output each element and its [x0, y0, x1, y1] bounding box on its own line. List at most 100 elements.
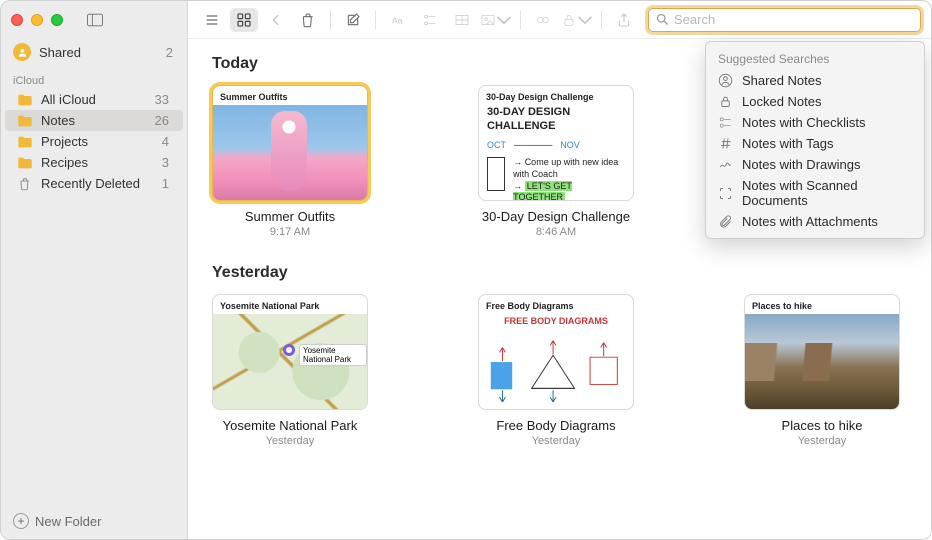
- checklist-button[interactable]: [416, 8, 444, 32]
- note-title: 30-Day Design Challenge: [478, 209, 634, 224]
- note-thumbnail[interactable]: Places to hike: [744, 294, 900, 410]
- suggestion-label: Notes with Attachments: [742, 214, 878, 229]
- note-title: Free Body Diagrams: [478, 418, 634, 433]
- search-input[interactable]: [648, 8, 921, 32]
- thumb-image: [745, 314, 899, 410]
- note-title: Yosemite National Park: [212, 418, 368, 433]
- suggestion-label: Shared Notes: [742, 73, 822, 88]
- thumb-title: Free Body Diagrams: [479, 295, 633, 314]
- sidebar-folder-all-icloud[interactable]: All iCloud 33: [5, 89, 183, 110]
- note-card[interactable]: Free Body Diagrams FREE BODY DIAGRAMS Fr…: [478, 294, 634, 447]
- list-icon: [204, 12, 220, 28]
- format-button[interactable]: Aa: [384, 8, 412, 32]
- folder-icon: [17, 156, 33, 170]
- note-card[interactable]: Summer Outfits Summer Outfits 9:17 AM: [212, 85, 368, 238]
- note-thumbnail[interactable]: Summer Outfits: [212, 85, 368, 201]
- search-field-wrap: [648, 8, 921, 32]
- folder-label: Recently Deleted: [41, 176, 140, 191]
- thumb-image: 30-DAY DESIGN CHALLENGE OCT──────NOV → C…: [479, 105, 633, 201]
- window-titlebar: [1, 1, 187, 39]
- note-title: Places to hike: [744, 418, 900, 433]
- plus-circle-icon: +: [13, 513, 29, 529]
- suggestion-label: Locked Notes: [742, 94, 822, 109]
- table-icon: [454, 12, 470, 28]
- toggle-sidebar-button[interactable]: [81, 8, 109, 32]
- folder-count: 3: [162, 155, 169, 170]
- suggestions-heading: Suggested Searches: [706, 48, 924, 70]
- note-time: Yesterday: [744, 435, 900, 447]
- suggestion-locked-notes[interactable]: Locked Notes: [706, 91, 924, 112]
- new-note-button[interactable]: [339, 8, 367, 32]
- folder-count: 4: [162, 134, 169, 149]
- suggestion-attachments[interactable]: Notes with Attachments: [706, 211, 924, 232]
- zoom-window-button[interactable]: [51, 14, 63, 26]
- note-time: 9:17 AM: [212, 226, 368, 238]
- new-folder-button[interactable]: + New Folder: [1, 503, 187, 539]
- lock-icon: [718, 94, 733, 109]
- sidebar-folder-projects[interactable]: Projects 4: [5, 131, 183, 152]
- suggestion-tags[interactable]: Notes with Tags: [706, 133, 924, 154]
- folder-label: All iCloud: [41, 92, 96, 107]
- checklist-icon: [422, 12, 438, 28]
- view-list-button[interactable]: [198, 8, 226, 32]
- suggestion-drawings[interactable]: Notes with Drawings: [706, 154, 924, 175]
- toolbar: Aa: [188, 1, 931, 39]
- person-circle-icon: [718, 73, 733, 88]
- media-button[interactable]: [480, 8, 512, 32]
- note-thumbnail[interactable]: Yosemite National Park Yosemite National…: [212, 294, 368, 410]
- folder-label: Projects: [41, 134, 88, 149]
- note-card[interactable]: 30-Day Design Challenge 30-DAY DESIGN CH…: [478, 85, 634, 238]
- close-window-button[interactable]: [11, 14, 23, 26]
- checklist-icon: [718, 115, 733, 130]
- note-time: Yesterday: [478, 435, 634, 447]
- table-button[interactable]: [448, 8, 476, 32]
- folder-icon: [17, 93, 33, 107]
- folder-count: 1: [162, 176, 169, 191]
- sidebar-shared-label: Shared: [39, 45, 81, 60]
- suggestion-label: Notes with Scanned Documents: [742, 178, 912, 208]
- main-area: Aa Today Summer Outfits: [188, 1, 931, 539]
- delete-button[interactable]: [294, 8, 322, 32]
- sidebar-shared[interactable]: Shared 2: [1, 39, 187, 65]
- thumb-image: FREE BODY DIAGRAMS: [479, 314, 633, 410]
- search-icon: [655, 12, 670, 27]
- lock-button[interactable]: [561, 8, 593, 32]
- view-gallery-button[interactable]: [230, 8, 258, 32]
- chevron-down-icon: [496, 12, 512, 28]
- sidebar: Shared 2 iCloud All iCloud 33 Notes 26 P…: [1, 1, 188, 539]
- minimize-window-button[interactable]: [31, 14, 43, 26]
- note-card[interactable]: Places to hike Places to hike Yesterday: [744, 294, 900, 447]
- suggestion-checklists[interactable]: Notes with Checklists: [706, 112, 924, 133]
- note-card[interactable]: Yosemite National Park Yosemite National…: [212, 294, 368, 447]
- chevron-down-icon: [577, 12, 593, 28]
- map-pin-icon: [283, 344, 295, 356]
- hashtag-icon: [718, 136, 733, 151]
- shared-badge-icon: [13, 43, 31, 61]
- suggestion-shared-notes[interactable]: Shared Notes: [706, 70, 924, 91]
- folder-icon: [17, 114, 33, 128]
- folder-label: Recipes: [41, 155, 88, 170]
- thumb-image: Yosemite National Park: [213, 314, 367, 410]
- note-thumbnail[interactable]: 30-Day Design Challenge 30-DAY DESIGN CH…: [478, 85, 634, 201]
- thumb-title: Yosemite National Park: [213, 295, 367, 314]
- sidebar-icon: [87, 12, 103, 28]
- suggestion-label: Notes with Checklists: [742, 115, 866, 130]
- search-suggestions-dropdown: Suggested Searches Shared Notes Locked N…: [705, 41, 925, 239]
- note-thumbnail[interactable]: Free Body Diagrams FREE BODY DIAGRAMS: [478, 294, 634, 410]
- thumb-image: [213, 105, 367, 201]
- note-time: 8:46 AM: [478, 226, 634, 238]
- folder-count: 33: [155, 92, 169, 107]
- scribble-icon: [718, 157, 733, 172]
- suggestion-scanned[interactable]: Notes with Scanned Documents: [706, 175, 924, 211]
- grid-icon: [236, 12, 252, 28]
- sidebar-folder-notes[interactable]: Notes 26: [5, 110, 183, 131]
- folder-label: Notes: [41, 113, 75, 128]
- sidebar-folder-recipes[interactable]: Recipes 3: [5, 152, 183, 173]
- back-button[interactable]: [262, 8, 290, 32]
- link-note-button[interactable]: [529, 8, 557, 32]
- svg-text:Aa: Aa: [392, 15, 403, 25]
- new-folder-label: New Folder: [35, 514, 101, 529]
- link-icon: [535, 12, 551, 28]
- sidebar-folder-recently-deleted[interactable]: Recently Deleted 1: [5, 173, 183, 194]
- share-button[interactable]: [610, 8, 638, 32]
